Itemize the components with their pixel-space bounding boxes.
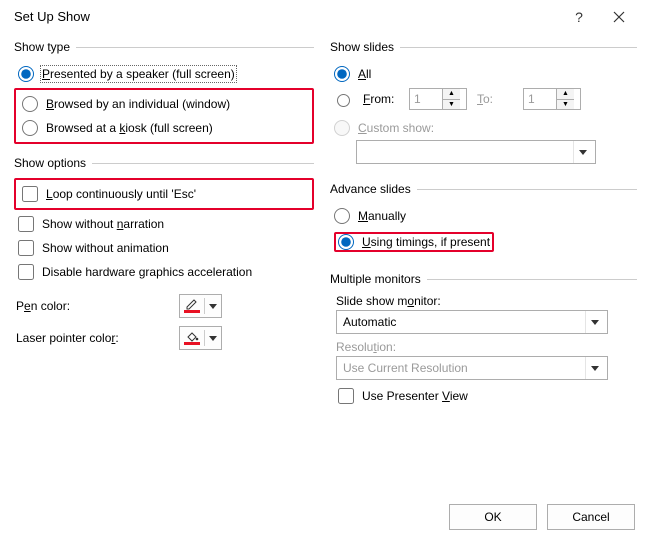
label-from: From: [363,92,399,106]
label-manually: Manually [358,209,406,223]
label-browsed-kiosk: Browsed at a kiosk (full screen) [46,121,213,135]
radio-presented-speaker[interactable] [18,66,34,82]
show-type-group: Show type Presented by a speaker (full s… [14,40,314,144]
help-button[interactable]: ? [559,9,599,25]
label-timings: Using timings, if present [362,235,490,249]
window-title: Set Up Show [14,9,559,24]
advance-legend: Advance slides [330,182,411,196]
label-custom-show: Custom show: [358,121,434,135]
from-value[interactable] [410,89,442,109]
chevron-down-icon [591,320,599,325]
pen-color-button[interactable] [179,294,222,318]
chevron-down-icon [579,150,587,155]
checkbox-loop[interactable] [22,186,38,202]
chevron-down-icon [209,304,217,309]
checkbox-disable-hw[interactable] [18,264,34,280]
checkbox-no-narration[interactable] [18,216,34,232]
pen-icon [184,299,200,313]
label-no-animation: Show without animation [42,241,169,255]
label-presenter-view: Use Presenter View [362,389,468,403]
show-slides-legend: Show slides [330,40,394,54]
show-options-legend: Show options [14,156,86,170]
label-browsed-individual: Browsed by an individual (window) [46,97,230,111]
label-all-slides: All [358,67,371,81]
pen-color-label: Pen color: [16,299,70,313]
ok-button[interactable]: OK [449,504,537,530]
show-slides-group: Show slides All From: ▲▼ To: ▲▼ [330,40,637,164]
label-presented-speaker: Presented by a speaker (full screen) [42,67,235,81]
checkbox-no-animation[interactable] [18,240,34,256]
laser-color-button[interactable] [179,326,222,350]
laser-color-label: Laser pointer color: [16,331,119,345]
close-button[interactable] [599,11,639,23]
label-loop: Loop continuously until 'Esc' [46,187,196,201]
to-spinner[interactable]: ▲▼ [523,88,581,110]
chevron-down-icon [209,336,217,341]
monitor-label: Slide show monitor: [336,294,637,308]
radio-custom-show [334,120,350,136]
dialog-buttons: OK Cancel [449,504,635,530]
radio-from-slides[interactable] [337,94,350,107]
radio-browsed-individual[interactable] [22,96,38,112]
advance-slides-group: Advance slides Manually Using timings, i… [330,182,637,256]
from-spinner[interactable]: ▲▼ [409,88,467,110]
highlight-loop: Loop continuously until 'Esc' [14,178,314,210]
resolution-label: Resolution: [336,340,637,354]
show-options-group: Show options Loop continuously until 'Es… [14,156,314,354]
label-no-narration: Show without narration [42,217,164,231]
bucket-icon [184,331,200,345]
monitors-legend: Multiple monitors [330,272,421,286]
radio-browsed-kiosk[interactable] [22,120,38,136]
highlight-show-type: Browsed by an individual (window) Browse… [14,88,314,144]
show-type-legend: Show type [14,40,70,54]
to-value[interactable] [524,89,556,109]
label-disable-hw: Disable hardware graphics acceleration [42,265,252,279]
cancel-button[interactable]: Cancel [547,504,635,530]
chevron-down-icon [591,366,599,371]
radio-timings[interactable] [338,234,354,250]
custom-show-select [356,140,596,164]
resolution-select: Use Current Resolution [336,356,608,380]
checkbox-presenter-view[interactable] [338,388,354,404]
monitor-select[interactable]: Automatic [336,310,608,334]
titlebar: Set Up Show ? [0,0,649,34]
radio-all-slides[interactable] [334,66,350,82]
label-to: To: [477,92,513,106]
highlight-timings: Using timings, if present [334,232,494,252]
radio-manually[interactable] [334,208,350,224]
multiple-monitors-group: Multiple monitors Slide show monitor: Au… [330,272,637,408]
